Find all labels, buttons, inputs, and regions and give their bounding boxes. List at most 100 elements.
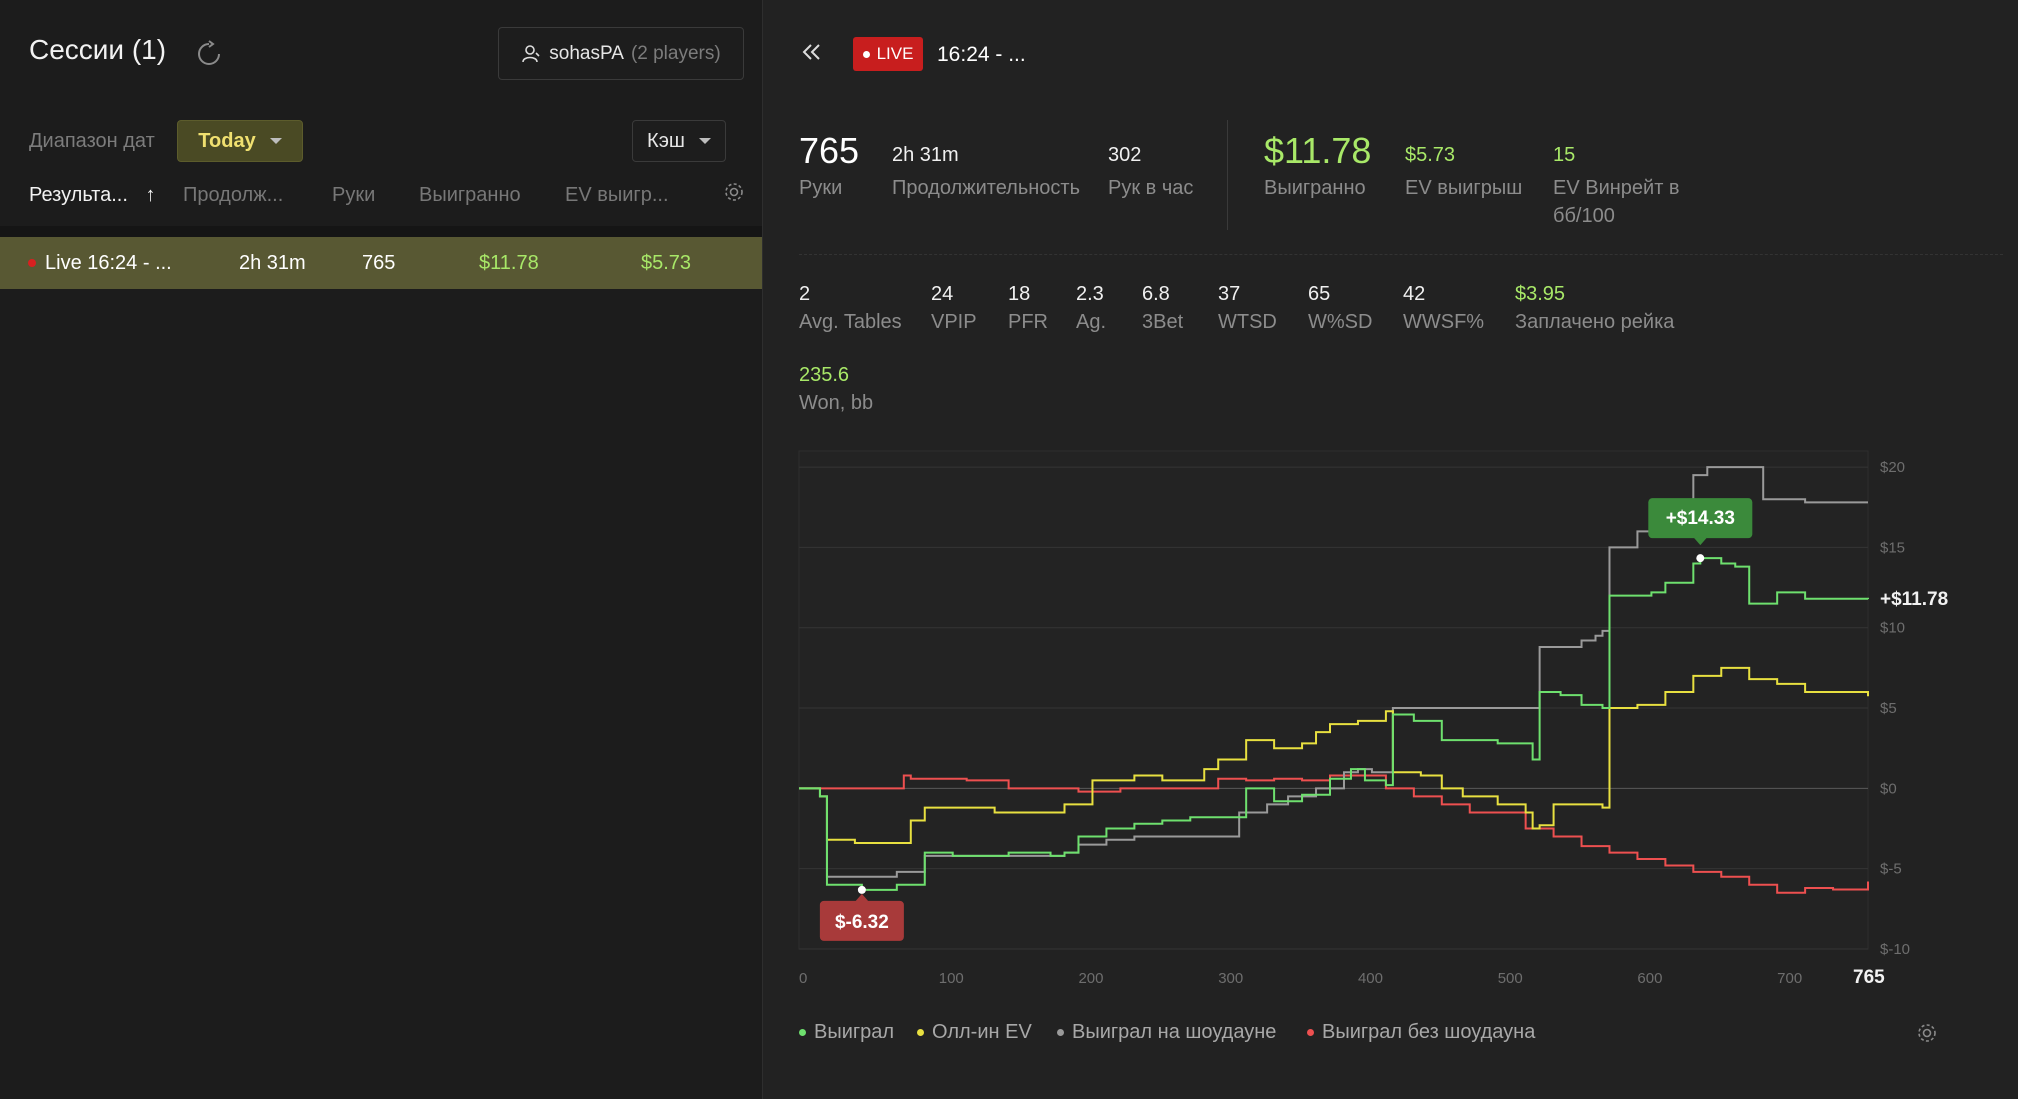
column-header-won[interactable]: Выигранно bbox=[419, 184, 521, 207]
stat-ev-winrate-label: EV Винрейт в bbox=[1553, 177, 1680, 199]
min-tooltip-label: $-6.32 bbox=[835, 912, 889, 933]
x-tick-label: 100 bbox=[939, 970, 964, 987]
stat-won-label: Выигранно bbox=[1264, 177, 1366, 199]
stat-hands-value: 765 bbox=[799, 130, 860, 171]
x-tick-label: 600 bbox=[1637, 970, 1662, 987]
x-end-label: 765 bbox=[1853, 967, 1885, 988]
stat-duration-label: Продолжительность bbox=[892, 177, 1080, 199]
stat-duration-value: 2h 31m bbox=[892, 144, 959, 166]
date-range-value: Today bbox=[198, 129, 256, 152]
x-tick-label: 700 bbox=[1777, 970, 1802, 987]
stat-label: Заплачено рейка bbox=[1515, 311, 1675, 333]
y-tick-label: $10 bbox=[1880, 620, 1905, 637]
legend-dot-icon bbox=[1307, 1029, 1314, 1037]
stat-ev-winrate-unit: бб/100 bbox=[1553, 205, 1615, 227]
stat-hands-label: Руки bbox=[799, 177, 843, 199]
x-tick-label: 300 bbox=[1218, 970, 1243, 987]
stat-label: VPIP bbox=[931, 311, 977, 333]
stat-value: 42 bbox=[1403, 283, 1426, 305]
date-range-dropdown[interactable]: Today bbox=[177, 120, 303, 162]
sessions-panel: Сессии (1) sohasPA (2 players) Диапазон … bbox=[0, 0, 763, 1099]
stat-won-bb-value: 235.6 bbox=[799, 364, 850, 386]
end-value-label: +$11.78 bbox=[1880, 589, 1948, 610]
column-header-result[interactable]: Результа... ↑ bbox=[29, 184, 155, 207]
stat-value: 18 bbox=[1008, 283, 1031, 305]
profit-chart: $20 $15 $10 $5 $0 $-5 $-10 0 100 200 300 400 500 600 7… bbox=[798, 450, 1948, 988]
legend-dot-icon bbox=[1057, 1029, 1064, 1037]
header-divider bbox=[0, 226, 762, 237]
legend-item[interactable]: Выиграл bbox=[799, 1021, 894, 1044]
live-dot-icon bbox=[862, 50, 870, 58]
game-type-value: Кэш bbox=[647, 129, 685, 152]
y-tick-label: $0 bbox=[1880, 780, 1897, 797]
legend-item[interactable]: Выиграл на шоудауне bbox=[1057, 1021, 1276, 1044]
y-tick-label: $-5 bbox=[1880, 861, 1902, 878]
refresh-icon[interactable] bbox=[195, 40, 223, 68]
column-label: Результа... bbox=[29, 184, 128, 206]
chevron-down-icon bbox=[698, 138, 711, 144]
legend-label: Выиграл без шоудауна bbox=[1322, 1021, 1536, 1043]
stat-label: Avg. Tables bbox=[799, 311, 902, 333]
table-row[interactable]: Live 16:24 - ... 2h 31m 765 $11.78 $5.73 bbox=[0, 237, 762, 289]
stat-ev-won-value: $5.73 bbox=[1405, 144, 1456, 166]
stat-ev-winrate-value: 15 bbox=[1553, 144, 1576, 166]
session-title: 16:24 - ... bbox=[937, 43, 1026, 66]
stat-label: WWSF% bbox=[1403, 311, 1485, 333]
stat-value: 2.3 bbox=[1076, 283, 1104, 305]
max-point-marker bbox=[1696, 554, 1705, 563]
stat-label: WTSD bbox=[1218, 311, 1277, 333]
gear-icon[interactable] bbox=[722, 180, 746, 204]
min-point-marker bbox=[857, 885, 866, 894]
date-range-label: Диапазон дат bbox=[29, 130, 155, 152]
session-ev-won: $5.73 bbox=[641, 252, 692, 274]
legend-label: Выиграл bbox=[814, 1021, 895, 1043]
section-divider bbox=[799, 254, 2003, 255]
user-icon bbox=[521, 44, 541, 64]
session-won: $11.78 bbox=[479, 252, 539, 274]
stat-value: 24 bbox=[931, 283, 954, 305]
stat-label: PFR bbox=[1008, 311, 1048, 333]
stat-value: 6.8 bbox=[1142, 283, 1170, 305]
collapse-chevrons-icon[interactable] bbox=[799, 40, 825, 66]
y-tick-label: $-10 bbox=[1880, 941, 1910, 958]
x-tick-label: 200 bbox=[1078, 970, 1103, 987]
live-label: LIVE bbox=[876, 44, 914, 63]
legend-dot-icon bbox=[799, 1029, 806, 1037]
legend-item[interactable]: Олл-ин EV bbox=[917, 1021, 1032, 1044]
legend-item[interactable]: Выиграл без шоудауна bbox=[1307, 1021, 1535, 1044]
x-tick-label: 0 bbox=[799, 970, 807, 987]
stat-won-value: $11.78 bbox=[1264, 130, 1372, 171]
legend-label: Выиграл на шоудауне bbox=[1072, 1021, 1277, 1043]
max-tooltip-label: +$14.33 bbox=[1666, 508, 1735, 529]
stat-hands-per-hour-value: 302 bbox=[1108, 144, 1142, 166]
column-header-hands[interactable]: Руки bbox=[332, 184, 375, 207]
session-details-panel: LIVE 16:24 - ... 765 Руки 2h 31m Продолж… bbox=[763, 0, 2018, 1099]
stat-value: 2 bbox=[799, 283, 811, 305]
stat-label: Ag. bbox=[1076, 311, 1107, 333]
y-tick-label: $20 bbox=[1880, 459, 1905, 476]
stats-divider bbox=[1227, 120, 1228, 230]
chart-settings-gear-icon[interactable] bbox=[1915, 1021, 1939, 1045]
stat-value: 65 bbox=[1308, 283, 1331, 305]
column-header-duration[interactable]: Продолж... bbox=[183, 184, 283, 207]
player-name: sohasPA bbox=[549, 42, 624, 64]
legend-dot-icon bbox=[917, 1029, 924, 1037]
page-title: Сессии (1) bbox=[29, 34, 167, 65]
stat-value: $3.95 bbox=[1515, 283, 1566, 305]
session-duration: 2h 31m bbox=[239, 252, 306, 274]
chevron-down-icon bbox=[269, 138, 282, 144]
y-tick-label: $15 bbox=[1880, 539, 1905, 556]
x-tick-label: 400 bbox=[1358, 970, 1383, 987]
legend-label: Олл-ин EV bbox=[932, 1021, 1032, 1043]
player-count: (2 players) bbox=[630, 42, 721, 64]
player-selector-button[interactable]: sohasPA (2 players) bbox=[498, 27, 744, 80]
column-header-ev-won[interactable]: EV выигр... bbox=[565, 184, 669, 207]
session-hands: 765 bbox=[362, 252, 396, 274]
stat-label: W%SD bbox=[1308, 311, 1373, 333]
stat-won-bb-label: Won, bb bbox=[799, 392, 874, 414]
sort-arrow-icon: ↑ bbox=[145, 184, 156, 206]
session-name: Live 16:24 - ... bbox=[45, 252, 172, 274]
live-badge: LIVE bbox=[853, 37, 923, 71]
stat-ev-won-label: EV выигрыш bbox=[1405, 177, 1523, 199]
game-type-dropdown[interactable]: Кэш bbox=[632, 120, 726, 162]
